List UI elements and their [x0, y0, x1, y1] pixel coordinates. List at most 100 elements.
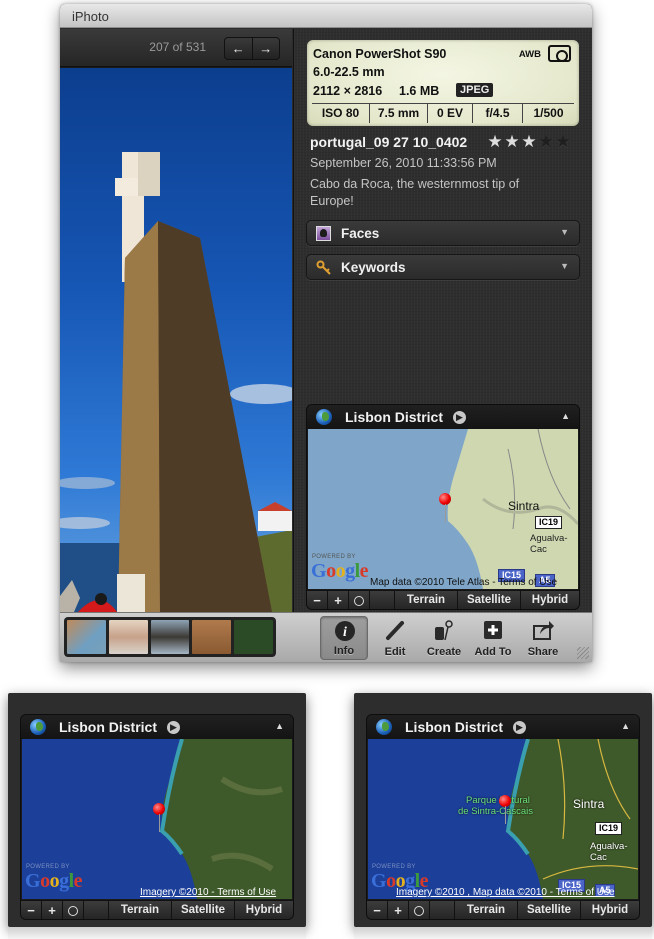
share-button[interactable]: Share — [519, 616, 567, 660]
focal-length: 7.5 mm — [369, 104, 427, 123]
map-attribution[interactable]: Imagery ©2010 , Map data ©2010 - Terms o… — [396, 887, 615, 898]
satellite-panel-frame: Lisbon District ▶ ▲ POWERED BY Google Im… — [8, 693, 306, 927]
edit-label: Edit — [384, 646, 406, 658]
keywords-section[interactable]: Keywords ▼ — [306, 254, 580, 280]
map-widget-hybrid: Lisbon District ▶ ▲ Parque Natural de Si… — [366, 714, 640, 920]
collapse-arrow-icon[interactable]: ▲ — [561, 411, 570, 421]
location-pin-icon[interactable] — [439, 493, 451, 523]
locate-button[interactable] — [63, 901, 84, 919]
filmstrip[interactable] — [64, 617, 276, 657]
satellite-button[interactable]: Satellite — [518, 901, 581, 919]
zoom-out-button[interactable]: − — [307, 591, 328, 609]
place-label: Agualva-Cac — [530, 533, 568, 555]
go-arrow-icon[interactable]: ▶ — [453, 411, 466, 424]
iphoto-window: iPhoto 207 of 531 ← → Canon PowerShot S9… — [60, 4, 592, 662]
pencil-icon — [383, 618, 407, 642]
add-icon — [481, 618, 505, 642]
star-rating[interactable]: ★ ★ ★ ★ ★ — [487, 133, 571, 150]
title-bar: iPhoto — [60, 4, 592, 28]
map-attribution[interactable]: Imagery ©2010 - Terms of Use — [140, 887, 276, 898]
location-pin-icon[interactable] — [499, 795, 511, 825]
photo-navigation: ← → — [224, 37, 280, 60]
star-empty-icon[interactable]: ★ — [555, 133, 571, 150]
info-icon: i — [333, 619, 357, 643]
globe-icon — [30, 719, 46, 735]
satellite-button[interactable]: Satellite — [172, 901, 235, 919]
faces-label: Faces — [341, 226, 380, 241]
terrain-button[interactable]: Terrain — [109, 901, 172, 919]
map-toolbar: − + Terrain Satellite Hybrid — [307, 590, 579, 609]
map-canvas[interactable]: Parque Natural de Sintra-Cascais Sintra … — [368, 739, 638, 899]
google-logo[interactable]: Google — [25, 870, 83, 893]
metering-icon — [548, 45, 571, 62]
filmstrip-thumbnail[interactable] — [67, 620, 106, 654]
go-arrow-icon[interactable]: ▶ — [513, 721, 526, 734]
glue-scissors-icon — [432, 618, 456, 642]
main-photo[interactable] — [60, 68, 292, 612]
create-button[interactable]: Create — [420, 616, 468, 660]
collapse-arrow-icon[interactable]: ▲ — [621, 721, 630, 731]
key-icon — [316, 260, 331, 275]
image-dimensions: 2112 × 2816 — [313, 84, 383, 98]
zoom-out-button[interactable]: − — [367, 901, 388, 919]
crosshair-icon — [68, 905, 78, 916]
viewer-header: 207 of 531 ← → — [60, 29, 292, 67]
svg-text:i: i — [343, 625, 347, 640]
map-location-title[interactable]: Lisbon District — [345, 409, 443, 425]
zoom-in-button[interactable]: + — [388, 901, 409, 919]
faces-section[interactable]: Faces ▼ — [306, 220, 580, 246]
location-pin-icon[interactable] — [153, 803, 165, 833]
expand-arrow-icon: ▼ — [560, 261, 569, 271]
resize-grip[interactable] — [577, 647, 589, 659]
map-header: Lisbon District ▶ ▲ — [307, 405, 579, 429]
cloud — [60, 477, 115, 489]
photo-description[interactable]: Cabo da Roca, the westernmost tip of Eur… — [310, 176, 560, 210]
zoom-in-button[interactable]: + — [42, 901, 63, 919]
filmstrip-thumbnail[interactable] — [150, 620, 190, 654]
next-photo-button[interactable]: → — [251, 38, 280, 59]
hybrid-button[interactable]: Hybrid — [521, 591, 579, 609]
exif-box: Canon PowerShot S90 AWB 6.0-22.5 mm 2112… — [307, 40, 579, 126]
terrain-button[interactable]: Terrain — [395, 591, 458, 609]
map-canvas[interactable]: POWERED BY Google Imagery ©2010 - Terms … — [22, 739, 292, 899]
zoom-out-button[interactable]: − — [21, 901, 42, 919]
hybrid-button[interactable]: Hybrid — [235, 901, 293, 919]
map-location-title[interactable]: Lisbon District — [405, 719, 503, 735]
iso-value: ISO 80 — [321, 106, 360, 120]
collapse-arrow-icon[interactable]: ▲ — [275, 721, 284, 731]
crosshair-icon — [414, 905, 424, 916]
google-logo[interactable]: Google — [311, 560, 369, 583]
locate-button[interactable] — [349, 591, 370, 609]
filmstrip-thumbnail[interactable] — [234, 620, 273, 654]
map-attribution[interactable]: Map data ©2010 Tele Atlas - Terms of Use — [370, 577, 557, 588]
satellite-button[interactable]: Satellite — [458, 591, 521, 609]
locate-button[interactable] — [409, 901, 430, 919]
star-filled-icon[interactable]: ★ — [487, 133, 503, 150]
info-button[interactable]: i Info — [320, 616, 368, 660]
add-to-button[interactable]: Add To — [469, 616, 517, 660]
star-filled-icon[interactable]: ★ — [504, 133, 520, 150]
toolbar-spacer — [370, 591, 395, 609]
edit-button[interactable]: Edit — [371, 616, 419, 660]
filmstrip-thumbnail[interactable] — [192, 620, 232, 654]
map-canvas[interactable]: Sintra IC19 Agualva-Cac IC15 A5 POWERED … — [308, 429, 578, 589]
terrain-button[interactable]: Terrain — [455, 901, 518, 919]
map-location-title[interactable]: Lisbon District — [59, 719, 157, 735]
file-size: 1.6 MB — [399, 84, 440, 98]
previous-photo-button[interactable]: ← — [225, 38, 252, 59]
hybrid-button[interactable]: Hybrid — [581, 901, 639, 919]
place-label: Agualva-Cac — [590, 841, 628, 863]
keywords-label: Keywords — [341, 260, 406, 275]
globe-icon — [316, 409, 332, 425]
filmstrip-thumbnail[interactable] — [108, 620, 148, 654]
star-filled-icon[interactable]: ★ — [521, 133, 537, 150]
star-empty-icon[interactable]: ★ — [538, 133, 554, 150]
globe-icon — [376, 719, 392, 735]
photo-title[interactable]: portugal_09 27 10_0402 — [310, 134, 467, 150]
share-icon — [531, 618, 555, 642]
go-arrow-icon[interactable]: ▶ — [167, 721, 180, 734]
zoom-in-button[interactable]: + — [328, 591, 349, 609]
photo-viewer: 207 of 531 ← → — [60, 29, 292, 612]
photo-date[interactable]: September 26, 2010 11:33:56 PM — [310, 156, 497, 170]
hybrid-panel-frame: Lisbon District ▶ ▲ Parque Natural de Si… — [354, 693, 652, 927]
